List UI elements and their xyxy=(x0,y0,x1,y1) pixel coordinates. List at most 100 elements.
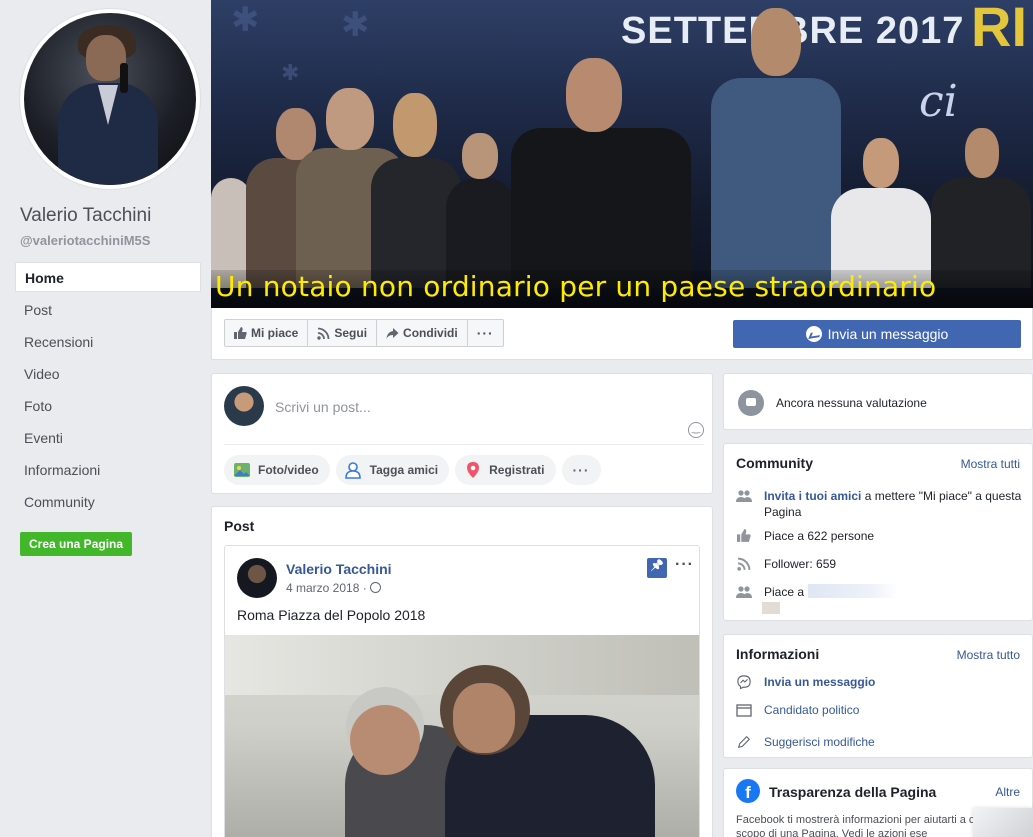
messenger-icon xyxy=(805,326,822,342)
thumbs-up-icon xyxy=(737,529,751,542)
share-button[interactable]: Condividi xyxy=(377,320,468,346)
post-date-text: 4 marzo 2018 · xyxy=(286,581,367,595)
post-options-button[interactable]: ··· xyxy=(675,556,694,574)
likes-count: Piace a 622 persone xyxy=(764,529,875,543)
post-author[interactable]: Valerio Tacchini xyxy=(286,561,392,577)
nav-item-home[interactable]: Home xyxy=(15,262,201,292)
nav-item-eventi[interactable]: Eventi xyxy=(15,422,201,454)
star-decoration-icon: ✱ xyxy=(341,6,370,44)
cover-person xyxy=(511,38,691,288)
blurred-friends-names xyxy=(808,584,899,598)
nav-item-informazioni[interactable]: Informazioni xyxy=(15,454,201,486)
post-timestamp[interactable]: 4 marzo 2018 · xyxy=(286,581,381,595)
profile-picture[interactable] xyxy=(20,9,200,189)
cover-person xyxy=(931,128,1031,288)
cover-caption: Un notaio non ordinario per un paese str… xyxy=(215,270,937,303)
send-message-button[interactable]: Invia un messaggio xyxy=(733,320,1021,348)
tag-friends-label: Tagga amici xyxy=(369,463,439,477)
followers-count: Follower: 659 xyxy=(764,557,837,571)
like-button[interactable]: Mi piace xyxy=(225,320,309,346)
photo-person-right-head xyxy=(453,683,515,753)
follow-button[interactable]: Segui xyxy=(308,320,378,346)
rss-icon xyxy=(317,327,330,340)
composer-input[interactable]: Scrivi un post... xyxy=(275,399,371,415)
nav-item-post[interactable]: Post xyxy=(15,294,201,326)
chat-sidebar-corner[interactable] xyxy=(973,808,1033,837)
action-button-group: Mi piace Segui Condividi ··· xyxy=(224,319,504,347)
more-options-button[interactable]: ··· xyxy=(468,320,503,346)
reviews-icon xyxy=(738,390,764,416)
more-dots-icon: ··· xyxy=(572,462,590,478)
invite-friends-link[interactable]: Invita i tuoi amici xyxy=(764,489,861,503)
user-avatar xyxy=(224,386,264,426)
photo-person-left-head xyxy=(350,705,420,775)
facebook-logo-icon: f xyxy=(736,779,760,803)
composer-divider xyxy=(224,444,704,445)
send-message-label: Invia un messaggio xyxy=(827,326,949,342)
tag-friends-icon xyxy=(344,462,361,479)
about-card: Informazioni Mostra tutto Invia un messa… xyxy=(723,634,1033,758)
emoji-icon[interactable] xyxy=(688,422,704,438)
category-link[interactable]: Candidato politico xyxy=(764,702,859,718)
star-decoration-icon: ✱ xyxy=(231,1,260,39)
send-message-row: Invia un messaggio xyxy=(736,674,1022,690)
composer-actions: Foto/video Tagga amici Registrati ··· xyxy=(224,455,601,485)
thumbs-up-icon xyxy=(234,326,247,339)
posts-section: Post Valerio Tacchini 4 marzo 2018 · ···… xyxy=(211,506,713,837)
likes-row: Piace a 622 persone xyxy=(736,528,1022,544)
photo-video-label: Foto/video xyxy=(258,463,319,477)
page-title[interactable]: Valerio Tacchini xyxy=(20,205,151,227)
about-title: Informazioni xyxy=(736,646,820,662)
send-message-link[interactable]: Invia un messaggio xyxy=(764,674,875,690)
check-in-button[interactable]: Registrati xyxy=(455,455,556,485)
community-see-all-link[interactable]: Mostra tutti xyxy=(961,457,1020,471)
cover-photo[interactable]: ✱ ✱ ✱ SETTEMBRE 2017 RI ci Un notaio non xyxy=(211,0,1033,308)
pencil-icon xyxy=(737,735,751,749)
suggest-edits-link[interactable]: Suggerisci modifiche xyxy=(764,734,875,750)
composer-more-button[interactable]: ··· xyxy=(561,455,601,485)
cover-person xyxy=(831,138,931,288)
community-title: Community xyxy=(736,455,813,471)
liked-by-row: Piace a xyxy=(736,584,1022,600)
pinned-post-icon xyxy=(647,558,667,578)
follow-label: Segui xyxy=(334,326,368,340)
create-page-button[interactable]: Crea una Pagina xyxy=(20,532,133,556)
rss-icon xyxy=(737,557,751,571)
about-see-all-link[interactable]: Mostra tutto xyxy=(957,648,1020,662)
profile-photo xyxy=(24,13,196,185)
ratings-text: Ancora nessuna valutazione xyxy=(776,396,927,410)
suggest-edits-row: Suggerisci modifiche xyxy=(736,734,1022,750)
category-row: Candidato politico xyxy=(736,702,1022,718)
nav-item-recensioni[interactable]: Recensioni xyxy=(15,326,201,358)
people-icon xyxy=(736,586,752,598)
page-sidebar: Valerio Tacchini @valeriotacchiniM5S Hom… xyxy=(0,0,211,837)
nav-item-video[interactable]: Video xyxy=(15,358,201,390)
community-card: Community Mostra tutti Invita i tuoi ami… xyxy=(723,443,1033,621)
ratings-card: Ancora nessuna valutazione xyxy=(723,373,1033,430)
people-icon xyxy=(736,490,752,502)
transparency-more-link[interactable]: Altre xyxy=(995,785,1020,799)
followers-row: Follower: 659 xyxy=(736,556,1022,572)
page-category-icon xyxy=(736,704,752,717)
page-nav: Home Post Recensioni Video Foto Eventi I… xyxy=(15,262,201,518)
cover-banner-text-right: RI xyxy=(971,0,1027,58)
transparency-title: Trasparenza della Pagina xyxy=(769,784,937,800)
post-photo[interactable] xyxy=(225,635,699,837)
friend-thumbnail[interactable] xyxy=(762,602,780,614)
more-dots-icon: ··· xyxy=(476,325,494,341)
share-label: Condividi xyxy=(403,326,458,340)
post-item: Valerio Tacchini 4 marzo 2018 · ··· Roma… xyxy=(224,545,700,837)
post-author-avatar[interactable] xyxy=(237,558,277,598)
post-text: Roma Piazza del Popolo 2018 xyxy=(237,607,426,623)
invite-friends-text: Invita i tuoi amici a mettere "Mi piace"… xyxy=(764,488,1022,520)
page-action-bar: Mi piace Segui Condividi ··· Invia un me… xyxy=(211,308,1033,360)
nav-item-community[interactable]: Community xyxy=(15,486,201,518)
location-pin-icon xyxy=(467,462,480,478)
page-handle[interactable]: @valeriotacchiniM5S xyxy=(20,233,150,248)
messenger-icon xyxy=(737,675,751,689)
nav-item-foto[interactable]: Foto xyxy=(15,390,201,422)
invite-friends-row: Invita i tuoi amici a mettere "Mi piace"… xyxy=(736,488,1022,520)
photo-video-button[interactable]: Foto/video xyxy=(224,455,330,485)
tag-friends-button[interactable]: Tagga amici xyxy=(335,455,450,485)
cover-person xyxy=(711,0,841,288)
